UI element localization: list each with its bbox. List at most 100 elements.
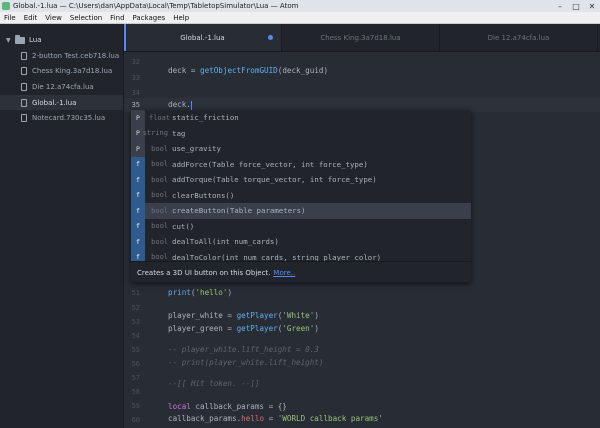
- code-line[interactable]: player_white = getPlayer('White'): [168, 311, 319, 320]
- file-label: Chess King.3a7d18.lua: [32, 67, 113, 76]
- code-line[interactable]: deck = getObjectFromGUID(deck_guid): [168, 66, 328, 75]
- autocomplete-popup: P float static_friction P string tag P b…: [131, 110, 471, 282]
- code-line-current[interactable]: deck.: [168, 100, 192, 110]
- autocomplete-item[interactable]: f bool addForce(Table force_vector, int …: [131, 156, 471, 172]
- line-number[interactable]: 54: [124, 332, 140, 340]
- tree-view: ▼ Lua 2-button Test.ceb718.lua Chess Kin…: [0, 24, 124, 428]
- suggestion-text: addForce(Table force_vector, int force_t…: [172, 159, 368, 169]
- code-function: getPlayer: [236, 311, 278, 320]
- line-number[interactable]: 32: [124, 58, 140, 66]
- menu-selection[interactable]: Selection: [66, 14, 106, 22]
- autocomplete-item[interactable]: P string tag: [131, 125, 471, 141]
- line-number[interactable]: 51: [124, 289, 140, 297]
- tab-die-12[interactable]: Die 12.a74cfa.lua: [440, 24, 598, 51]
- code-comment[interactable]: -- player_white.lift_height = 0.3: [168, 345, 319, 354]
- file-label: Notecard.730c35.lua: [32, 114, 106, 123]
- function-icon: f: [131, 218, 145, 234]
- function-icon: f: [131, 187, 145, 203]
- suggestion-text: dealToAll(int num_cards): [172, 237, 279, 247]
- file-item[interactable]: Chess King.3a7d18.lua: [0, 64, 123, 80]
- tab-label: Die 12.a74cfa.lua: [487, 33, 550, 42]
- menu-find[interactable]: Find: [106, 14, 128, 22]
- autocomplete-item[interactable]: f bool dealToAll(int num_cards): [131, 234, 471, 250]
- suggestion-text: use_gravity: [172, 144, 221, 154]
- autocomplete-item[interactable]: P float static_friction: [131, 110, 471, 126]
- code-line[interactable]: local callback_params = {}: [168, 402, 287, 411]
- menu-packages[interactable]: Packages: [129, 14, 170, 22]
- suggestion-text: tag: [172, 128, 186, 138]
- line-number[interactable]: 55: [124, 346, 140, 354]
- code-text: deck.: [168, 100, 191, 109]
- menu-help[interactable]: Help: [169, 14, 193, 22]
- return-type: bool: [151, 253, 168, 261]
- suggestion-text: cut(): [172, 221, 195, 231]
- return-type: float: [149, 113, 171, 122]
- code-function: getPlayer: [236, 324, 278, 333]
- code-function: getObjectFromGUID: [200, 66, 278, 75]
- suggestion-text: addTorque(Table torque_vector, int force…: [172, 175, 377, 185]
- file-item-selected[interactable]: Global.-1.lua: [0, 94, 123, 111]
- return-type: bool: [151, 206, 168, 215]
- file-label: 2-button Test.ceb718.lua: [32, 51, 120, 60]
- code-line[interactable]: print('hello'): [168, 288, 232, 297]
- line-number[interactable]: 52: [124, 304, 140, 312]
- line-number[interactable]: 53: [124, 318, 140, 326]
- file-icon: [21, 114, 27, 123]
- line-number-current[interactable]: 35: [124, 101, 140, 109]
- line-number[interactable]: 60: [124, 416, 140, 424]
- atom-app-icon: [2, 2, 10, 10]
- modified-indicator-icon[interactable]: [268, 35, 273, 40]
- tab-label: Global.-1.lua: [180, 33, 225, 42]
- return-type: bool: [151, 175, 168, 184]
- file-icon: [21, 51, 27, 60]
- menu-view[interactable]: View: [41, 14, 66, 22]
- suggestion-text: createButton(Table parameters): [172, 206, 306, 216]
- menu-edit[interactable]: Edit: [20, 14, 42, 22]
- autocomplete-item[interactable]: f bool addTorque(Table torque_vector, in…: [131, 172, 471, 188]
- code-text: player_white =: [168, 311, 237, 320]
- file-label: Global.-1.lua: [32, 98, 77, 107]
- line-number[interactable]: 58: [124, 388, 140, 396]
- file-item[interactable]: 2-button Test.ceb718.lua: [0, 48, 123, 64]
- property-icon: P: [131, 110, 145, 126]
- code-text: player_green =: [168, 324, 237, 333]
- close-icon[interactable]: ✕: [584, 2, 600, 11]
- autocomplete-item[interactable]: f bool dealToColor(int num_cards, string…: [131, 249, 471, 261]
- return-type: bool: [151, 160, 168, 169]
- line-number[interactable]: 33: [124, 74, 140, 82]
- code-string: 'hello': [195, 288, 228, 297]
- autocomplete-list[interactable]: P float static_friction P string tag P b…: [131, 110, 471, 261]
- code-comment[interactable]: -- print(player_white.lift_height): [168, 358, 323, 367]
- code-text: deck =: [168, 66, 201, 75]
- menu-file[interactable]: File: [0, 14, 20, 22]
- suggestion-text: clearButtons(): [172, 190, 235, 200]
- autocomplete-description: Creates a 3D UI button on this Object. M…: [131, 261, 471, 283]
- autocomplete-item[interactable]: f bool clearButtons(): [131, 187, 471, 203]
- minimize-icon[interactable]: –: [552, 2, 568, 11]
- more-link[interactable]: More..: [273, 269, 295, 277]
- code-comment[interactable]: --[[ Hit token. --]]: [168, 379, 259, 388]
- text-cursor: [190, 100, 192, 110]
- window-titlebar: Global.-1.lua — C:\Users\dan\AppData\Loc…: [0, 0, 600, 12]
- tab-global[interactable]: Global.-1.lua: [124, 24, 282, 51]
- window-controls: – □ ✕: [552, 2, 600, 11]
- line-number[interactable]: 34: [124, 89, 140, 97]
- maximize-icon[interactable]: □: [568, 2, 584, 11]
- file-item[interactable]: Die 12.a74cfa.lua: [0, 79, 123, 95]
- function-icon: f: [131, 249, 145, 261]
- line-number[interactable]: 56: [124, 360, 140, 368]
- code-line[interactable]: callback_params.hello = 'WORLD callback …: [168, 414, 383, 423]
- line-number[interactable]: 57: [124, 374, 140, 382]
- autocomplete-item[interactable]: P bool use_gravity: [131, 141, 471, 157]
- file-item[interactable]: Notecard.730c35.lua: [0, 110, 123, 126]
- tab-chess-king[interactable]: Chess King.3a7d18.lua: [282, 24, 440, 51]
- autocomplete-item-selected[interactable]: f bool createButton(Table parameters): [131, 203, 471, 219]
- file-icon: [21, 98, 27, 107]
- code-line[interactable]: player_green = getPlayer('Green'): [168, 324, 319, 333]
- tree-root-folder[interactable]: ▼ Lua: [0, 32, 123, 48]
- function-icon: f: [131, 156, 145, 172]
- return-type: bool: [151, 144, 168, 153]
- line-number[interactable]: 59: [124, 402, 140, 410]
- suggestion-text: dealToColor(int num_cards, string player…: [172, 252, 382, 261]
- autocomplete-item[interactable]: f bool cut(): [131, 218, 471, 234]
